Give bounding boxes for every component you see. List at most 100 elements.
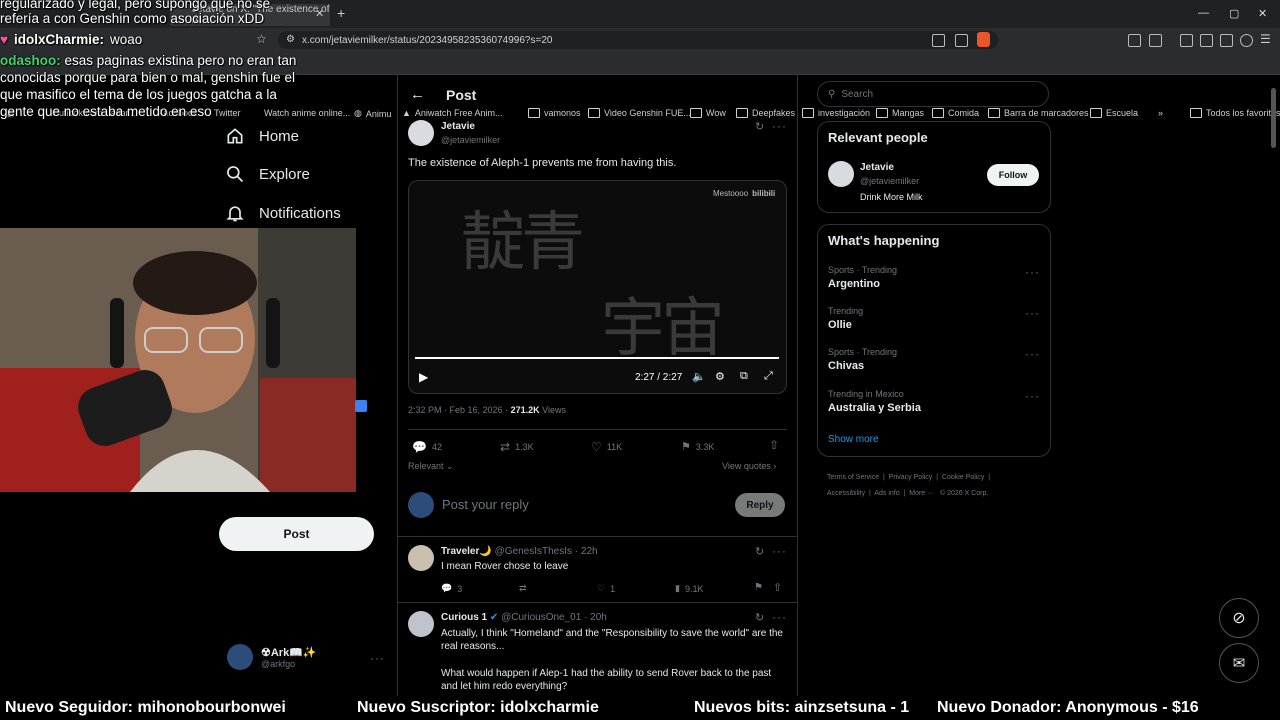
video-player[interactable]: Mestoooo bilibili 靛青 宇宙 ▶ 2:27 / 2:27 🔈 ⚙…	[408, 180, 787, 394]
author-avatar[interactable]	[408, 120, 434, 146]
trend-item[interactable]: Trending Ollie ···	[828, 306, 1040, 331]
page-scrollbar[interactable]	[1271, 88, 1276, 148]
reply-count-button[interactable]: 💬 42	[412, 440, 442, 454]
show-more-link[interactable]: Show more	[828, 434, 879, 445]
fullscreen-icon[interactable]: ⤢	[764, 370, 773, 383]
reply-item[interactable]: Traveler🌙 @GenesIsThesIs · 22h ↻ ··· I m…	[398, 537, 797, 601]
search-box[interactable]: ⚲ Search	[817, 81, 1049, 107]
wallet-icon[interactable]	[1200, 34, 1213, 47]
screen-icon[interactable]	[932, 34, 945, 47]
trend-more-icon[interactable]: ···	[1025, 347, 1040, 361]
settings-icon[interactable]: ⚙	[715, 370, 725, 383]
window-close-icon[interactable]: ✕	[1258, 7, 1267, 20]
bookmark-folder[interactable]: Mangas	[876, 108, 924, 118]
trend-more-icon[interactable]: ···	[1025, 389, 1040, 403]
extensions-icon[interactable]	[1128, 34, 1141, 47]
person-avatar[interactable]	[828, 161, 854, 187]
reply-comments[interactable]: 💬 3	[441, 583, 462, 594]
reply-item[interactable]: Curious 1 ✔ @CuriousOne_01 · 20h ↻ ··· A…	[398, 603, 797, 691]
bookmark-icon[interactable]: ⚑	[754, 582, 763, 593]
footer-link[interactable]: More ···	[909, 490, 934, 497]
sort-dropdown[interactable]: Relevant ⌄	[408, 461, 454, 472]
minimize-icon[interactable]: —	[1198, 7, 1209, 19]
brave-shield-icon[interactable]	[977, 32, 990, 47]
search-input[interactable]: Search	[841, 89, 873, 100]
post-button[interactable]: Post	[219, 517, 374, 551]
nav-notifications[interactable]: Notifications	[225, 203, 341, 223]
more-options-icon[interactable]: ···	[772, 544, 787, 558]
share-icon[interactable]: ⇧	[773, 581, 782, 594]
repost-button[interactable]: ⇄ 1.3K	[500, 440, 534, 454]
trend-item[interactable]: Trending in Mexico Australia y Serbia ··…	[828, 389, 1040, 414]
bookmark-folder[interactable]: Barra de marcadores	[988, 108, 1089, 118]
bookmark-folder[interactable]: Escuela	[1090, 108, 1138, 118]
trend-more-icon[interactable]: ···	[1025, 306, 1040, 320]
calligraphy-line-1: 靛青	[461, 206, 585, 280]
footer-link[interactable]: Privacy Policy	[889, 474, 933, 481]
sidebar-toggle-icon[interactable]	[1149, 34, 1162, 47]
account-more-icon[interactable]: ···	[370, 651, 385, 665]
footer-link[interactable]: Cookie Policy	[942, 474, 984, 481]
person-handle[interactable]: @jetaviemilker	[860, 176, 919, 186]
grok-icon[interactable]: ↻	[755, 545, 764, 558]
like-button[interactable]: ♡ 11K	[591, 440, 622, 454]
tab-close-icon[interactable]: ✕	[315, 7, 324, 20]
account-switcher[interactable]: ☢Ark📖✨ @arkfgo	[227, 644, 317, 670]
view-quotes-link[interactable]: View quotes ›	[722, 461, 776, 471]
bookmark-folder[interactable]: investigación	[802, 108, 870, 118]
footer-link[interactable]: Terms of Service	[827, 474, 879, 481]
menu-icon[interactable]: ☰	[1260, 32, 1271, 46]
music-icon[interactable]	[1180, 34, 1193, 47]
video-progress-track[interactable]	[415, 357, 779, 359]
reply-avatar[interactable]	[408, 611, 434, 637]
reply-repost[interactable]: ⇄	[519, 583, 532, 594]
grok-icon[interactable]: ↻	[755, 120, 764, 133]
pip-icon[interactable]: ⧉	[740, 370, 748, 383]
grok-float-icon[interactable]: ⊘	[1219, 598, 1259, 638]
vpn-icon[interactable]	[1240, 34, 1253, 47]
divider	[408, 429, 787, 430]
reply-input[interactable]: Post your reply	[442, 497, 529, 512]
trend-more-icon[interactable]: ···	[1025, 265, 1040, 279]
new-tab-icon[interactable]: +	[337, 5, 345, 21]
footer-link[interactable]: Accessibility	[827, 490, 865, 497]
trend-item[interactable]: Sports · Trending Chivas ···	[828, 347, 1040, 372]
footer-links: Terms of Service | Privacy Policy | Cook…	[827, 474, 991, 497]
account-handle: @arkfgo	[261, 658, 296, 669]
reply-button[interactable]: Reply	[735, 493, 785, 517]
bookmark-button[interactable]: ⚑ 3.3K	[681, 440, 714, 453]
play-icon[interactable]: ▶	[419, 370, 428, 384]
url-field[interactable]: x.com/jetaviemilker/status/2023495823536…	[278, 31, 998, 49]
author-name[interactable]: Jetavie	[441, 121, 475, 132]
bookmark-item[interactable]: ◍ Animu	[354, 108, 391, 119]
back-arrow-icon[interactable]: ←	[410, 86, 425, 103]
all-favorites[interactable]: Todos los favoritos	[1190, 108, 1280, 118]
grok-icon[interactable]: ↻	[755, 611, 764, 624]
reply-avatar[interactable]	[408, 545, 434, 571]
more-options-icon[interactable]: ···	[772, 119, 787, 133]
maximize-icon[interactable]: ▢	[1229, 7, 1239, 20]
reply-like[interactable]: ♡ 1	[597, 583, 615, 594]
author-handle[interactable]: @jetaviemilker	[441, 135, 500, 145]
follow-button[interactable]: Follow	[987, 164, 1039, 186]
views-count: 271.2K	[510, 405, 540, 415]
volume-icon[interactable]: 🔈	[692, 370, 706, 383]
leo-icon[interactable]	[1220, 34, 1233, 47]
chat-overlay: regularizado y legal, pero supongo que n…	[0, 0, 310, 120]
bookmarks-more[interactable]: »	[1158, 108, 1163, 118]
repost-icon: ⇄	[519, 583, 527, 593]
share-post-icon[interactable]: ⇧	[769, 438, 779, 452]
nav-explore[interactable]: Explore	[225, 164, 310, 184]
messages-icon[interactable]: ✉	[1219, 643, 1259, 683]
nav-home[interactable]: Home	[225, 126, 299, 146]
my-avatar	[408, 492, 434, 518]
footer-link[interactable]: Ads info	[874, 490, 899, 497]
reply-text: I mean Rover chose to leave	[441, 561, 569, 572]
ticker-bits: Nuevos bits: ainzsetsuna - 1	[694, 699, 910, 716]
person-name[interactable]: Jetavie	[860, 162, 894, 173]
more-options-icon[interactable]: ···	[772, 610, 787, 624]
bookmark-folder[interactable]: Comida	[932, 108, 979, 118]
share-icon[interactable]	[955, 34, 968, 47]
trend-item[interactable]: Sports · Trending Argentino ···	[828, 265, 1040, 290]
reply-views[interactable]: ▮ 9.1K	[675, 583, 703, 594]
